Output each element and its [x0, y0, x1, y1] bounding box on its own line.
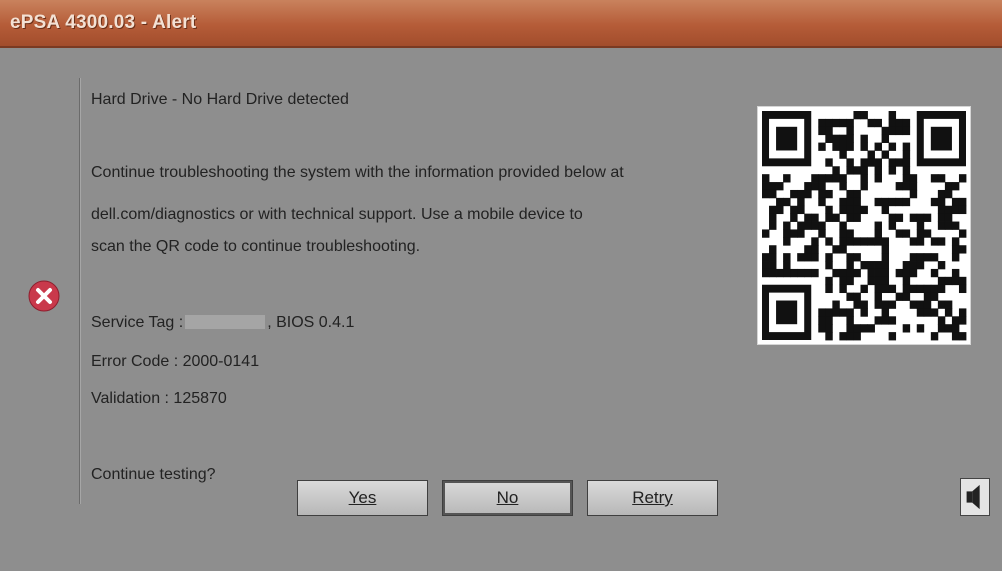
continue-prompt: Continue testing? — [91, 466, 216, 483]
bios-version: , BIOS 0.4.1 — [267, 314, 355, 331]
speaker-icon — [966, 484, 980, 510]
error-x-icon — [28, 280, 60, 312]
paragraph-line-3: scan the QR code to continue troubleshoo… — [91, 238, 421, 255]
no-button[interactable]: No — [442, 480, 573, 516]
paragraph-line-1: Continue troubleshooting the system with… — [91, 164, 624, 181]
service-tag-label: Service Tag : — [91, 314, 184, 331]
speaker-button[interactable] — [960, 478, 990, 516]
alert-heading: Hard Drive - No Hard Drive detected — [91, 91, 349, 108]
service-tag-line: Service Tag : , BIOS 0.4.1 — [91, 314, 354, 332]
yes-button[interactable]: Yes — [297, 480, 428, 516]
validation-code: Validation : 125870 — [91, 390, 227, 407]
paragraph-line-2: dell.com/diagnostics or with technical s… — [91, 206, 583, 223]
vertical-divider — [79, 78, 80, 504]
qr-code-graphic — [762, 111, 967, 341]
service-tag-redacted — [185, 315, 266, 329]
error-code: Error Code : 2000-0141 — [91, 353, 260, 370]
window-title: ePSA 4300.03 - Alert — [10, 12, 197, 33]
retry-button[interactable]: Retry — [587, 480, 718, 516]
qr-code — [757, 106, 971, 345]
title-bar: ePSA 4300.03 - Alert — [0, 0, 1002, 48]
